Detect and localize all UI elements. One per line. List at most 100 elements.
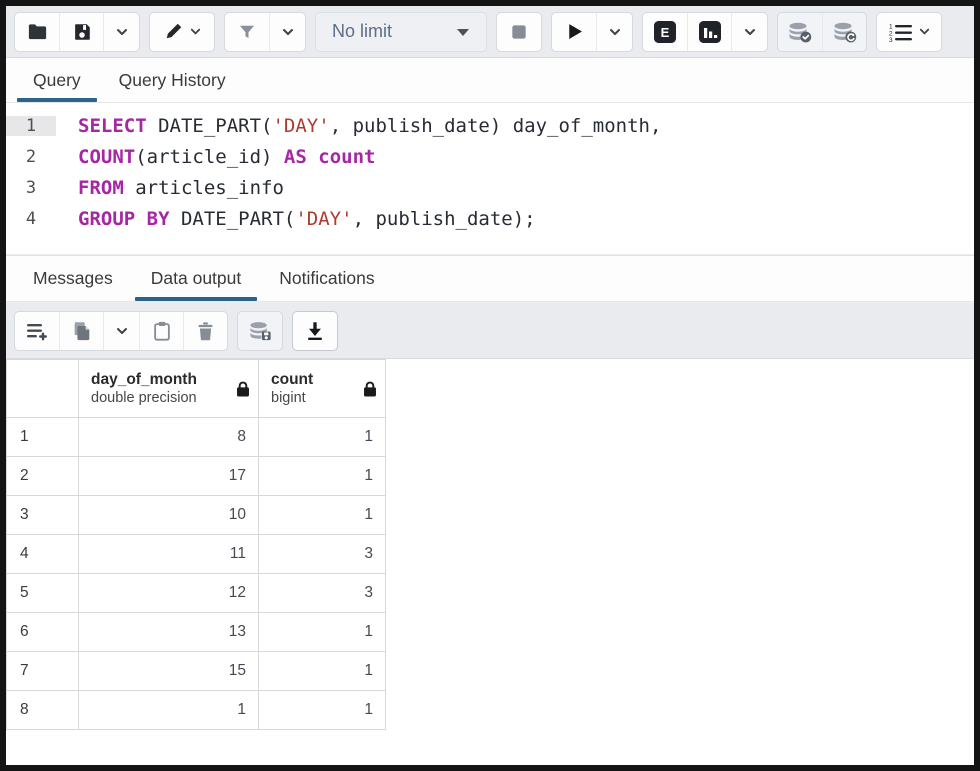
day-of-month-cell[interactable]: 17 xyxy=(79,457,259,496)
rollback-button[interactable] xyxy=(822,13,866,51)
lock-icon xyxy=(236,381,250,397)
table-row: 5 12 3 xyxy=(7,574,386,613)
caret-down-icon xyxy=(456,27,470,37)
row-number-cell[interactable]: 5 xyxy=(7,574,79,613)
macros-icon: 1 2 3 xyxy=(887,22,913,42)
open-file-button[interactable] xyxy=(15,13,59,51)
execute-button[interactable] xyxy=(552,13,596,51)
commit-icon xyxy=(787,20,813,44)
table-row: 8 1 1 xyxy=(7,691,386,730)
row-number-cell[interactable]: 1 xyxy=(7,418,79,457)
edit-icon xyxy=(163,21,184,42)
explain-analyze-button[interactable] xyxy=(687,13,731,51)
open-file-icon xyxy=(26,20,49,43)
table-row: 7 15 1 xyxy=(7,652,386,691)
save-file-button[interactable] xyxy=(59,13,103,51)
explain-button-group: E xyxy=(642,12,768,52)
row-number-cell[interactable]: 3 xyxy=(7,496,79,535)
add-row-button[interactable] xyxy=(15,312,59,350)
tab-query[interactable]: Query xyxy=(14,58,100,102)
count-cell[interactable]: 1 xyxy=(259,496,386,535)
filter-icon xyxy=(237,22,257,42)
tab-query-history[interactable]: Query History xyxy=(100,58,245,102)
copy-button[interactable] xyxy=(59,312,103,350)
download-button-group xyxy=(292,311,338,351)
count-cell[interactable]: 1 xyxy=(259,457,386,496)
macros-button[interactable]: 1 2 3 xyxy=(877,13,941,51)
column-header-day-of-month[interactable]: day_of_month double precision xyxy=(79,360,259,418)
transaction-button-group xyxy=(777,12,867,52)
save-data-button[interactable] xyxy=(238,312,282,350)
tab-notifications[interactable]: Notifications xyxy=(260,256,393,301)
edit-button[interactable] xyxy=(150,13,214,51)
row-edit-button-group xyxy=(14,311,228,351)
cancel-button-group xyxy=(496,12,542,52)
line-number: 3 xyxy=(6,178,56,198)
copy-options-button[interactable] xyxy=(103,312,139,350)
row-number-cell[interactable]: 8 xyxy=(7,691,79,730)
count-cell[interactable]: 3 xyxy=(259,574,386,613)
explain-button[interactable]: E xyxy=(643,13,687,51)
day-of-month-cell[interactable]: 8 xyxy=(79,418,259,457)
count-cell[interactable]: 1 xyxy=(259,652,386,691)
tab-data-output[interactable]: Data output xyxy=(132,256,260,301)
grid-header-row: day_of_month double precision count xyxy=(7,360,386,418)
count-cell[interactable]: 1 xyxy=(259,613,386,652)
chevron-down-icon xyxy=(281,25,295,39)
sql-code-line[interactable]: 3 FROM articles_info xyxy=(6,172,974,203)
tab-messages[interactable]: Messages xyxy=(14,256,132,301)
paste-icon xyxy=(151,320,173,342)
results-grid: day_of_month double precision count xyxy=(6,359,974,765)
day-of-month-cell[interactable]: 15 xyxy=(79,652,259,691)
day-of-month-cell[interactable]: 12 xyxy=(79,574,259,613)
delete-row-button[interactable] xyxy=(183,312,227,350)
lock-icon xyxy=(363,381,377,397)
row-limit-select[interactable]: No limit xyxy=(315,12,487,52)
filter-options-button[interactable] xyxy=(269,13,305,51)
execute-button-group xyxy=(551,12,633,52)
row-number-cell[interactable]: 7 xyxy=(7,652,79,691)
editor-tab-bar: Query Query History xyxy=(6,58,974,103)
day-of-month-cell[interactable]: 1 xyxy=(79,691,259,730)
tab-query-label: Query xyxy=(33,70,81,91)
day-of-month-cell[interactable]: 13 xyxy=(79,613,259,652)
line-number: 2 xyxy=(6,147,56,167)
grid-corner-cell[interactable] xyxy=(7,360,79,418)
cancel-query-button[interactable] xyxy=(497,13,541,51)
sql-code-text: COUNT(article_id) AS count xyxy=(56,146,375,168)
filter-button[interactable] xyxy=(225,13,269,51)
sql-code-line[interactable]: 1 SELECT DATE_PART('DAY', publish_date) … xyxy=(6,110,974,141)
rollback-icon xyxy=(832,20,858,44)
sql-code-line[interactable]: 4 GROUP BY DATE_PART('DAY', publish_date… xyxy=(6,203,974,234)
explain-options-button[interactable] xyxy=(731,13,767,51)
paste-button[interactable] xyxy=(139,312,183,350)
sql-code-line[interactable]: 2 COUNT(article_id) AS count xyxy=(6,141,974,172)
table-row: 4 11 3 xyxy=(7,535,386,574)
count-cell[interactable]: 1 xyxy=(259,418,386,457)
svg-text:1: 1 xyxy=(889,23,893,30)
save-options-button[interactable] xyxy=(103,13,139,51)
commit-button[interactable] xyxy=(778,13,822,51)
svg-text:E: E xyxy=(661,25,670,40)
save-data-icon xyxy=(248,319,273,343)
file-button-group xyxy=(14,12,140,52)
execute-options-button[interactable] xyxy=(596,13,632,51)
day-of-month-cell[interactable]: 10 xyxy=(79,496,259,535)
tab-query-history-label: Query History xyxy=(119,70,226,91)
count-cell[interactable]: 1 xyxy=(259,691,386,730)
row-number-cell[interactable]: 6 xyxy=(7,613,79,652)
play-icon xyxy=(564,21,585,42)
sql-code-text: SELECT DATE_PART('DAY', publish_date) da… xyxy=(56,115,661,137)
sql-editor[interactable]: 1 SELECT DATE_PART('DAY', publish_date) … xyxy=(6,103,974,255)
explain-analyze-icon xyxy=(699,21,721,43)
count-cell[interactable]: 3 xyxy=(259,535,386,574)
column-name: count xyxy=(271,370,313,389)
svg-text:3: 3 xyxy=(889,37,893,42)
query-tool-window: No limit xyxy=(0,0,980,771)
download-button[interactable] xyxy=(293,312,337,350)
row-number-cell[interactable]: 2 xyxy=(7,457,79,496)
stop-icon xyxy=(509,22,529,42)
column-header-count[interactable]: count bigint xyxy=(259,360,386,418)
row-number-cell[interactable]: 4 xyxy=(7,535,79,574)
day-of-month-cell[interactable]: 11 xyxy=(79,535,259,574)
